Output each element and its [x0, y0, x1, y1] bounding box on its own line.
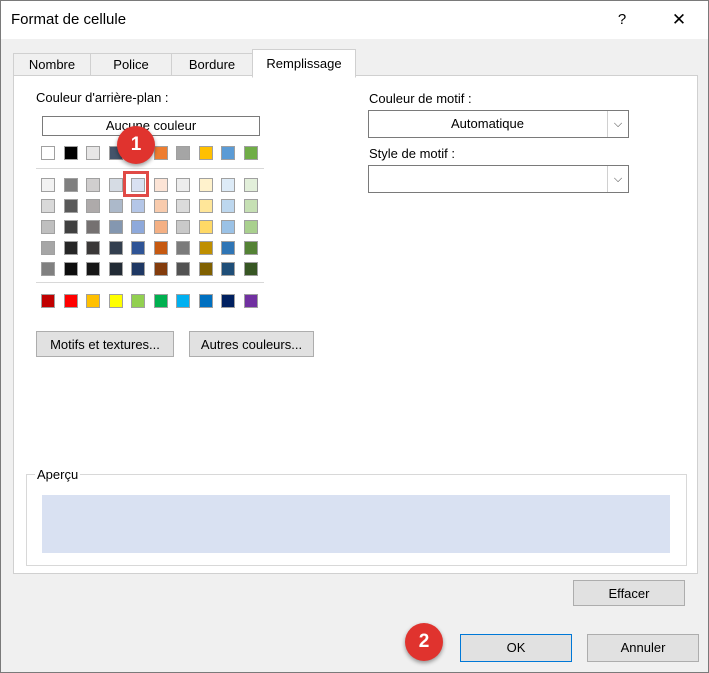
color-swatch[interactable]	[153, 262, 168, 276]
color-swatch[interactable]	[153, 241, 168, 255]
color-swatch[interactable]	[176, 146, 190, 160]
color-swatch[interactable]	[63, 199, 78, 213]
color-swatch[interactable]	[221, 262, 235, 276]
color-swatch[interactable]	[108, 294, 123, 308]
color-swatch[interactable]	[63, 294, 78, 308]
color-swatch[interactable]	[243, 294, 258, 308]
color-swatch[interactable]	[243, 241, 258, 255]
color-swatch[interactable]	[86, 146, 100, 160]
title-bar: Format de cellule ? ✕	[1, 1, 708, 39]
step-marker-2: 2	[405, 623, 443, 661]
preview-swatch	[42, 495, 670, 553]
color-swatch[interactable]	[108, 262, 123, 276]
color-swatch[interactable]	[63, 178, 78, 192]
clear-button[interactable]: Effacer	[573, 580, 685, 606]
color-swatch[interactable]	[198, 294, 213, 308]
pattern-style-select[interactable]: ⌵	[368, 165, 629, 193]
color-swatch[interactable]	[176, 294, 190, 308]
color-swatch[interactable]	[131, 241, 145, 255]
color-swatch[interactable]	[221, 294, 235, 308]
color-swatch[interactable]	[108, 199, 123, 213]
color-swatch[interactable]	[153, 294, 168, 308]
palette-separator	[36, 168, 264, 169]
color-swatch[interactable]	[221, 146, 235, 160]
tab-bordure[interactable]: Bordure	[171, 53, 253, 76]
chevron-down-icon[interactable]: ⌵	[607, 166, 628, 192]
color-swatch[interactable]	[41, 262, 55, 276]
color-swatch[interactable]	[176, 220, 190, 234]
help-button[interactable]: ?	[605, 7, 639, 33]
color-swatch[interactable]	[198, 199, 213, 213]
color-swatch[interactable]	[108, 220, 123, 234]
color-swatch[interactable]	[221, 241, 235, 255]
color-swatch[interactable]	[41, 294, 55, 308]
preview-group: Aperçu	[26, 467, 687, 566]
step-marker-1: 1	[117, 126, 155, 164]
color-swatch[interactable]	[198, 262, 213, 276]
color-swatch[interactable]	[153, 178, 168, 192]
color-swatch[interactable]	[86, 262, 100, 276]
color-swatch[interactable]	[176, 199, 190, 213]
color-swatch[interactable]	[176, 241, 190, 255]
tab-nombre[interactable]: Nombre	[13, 53, 91, 76]
color-swatch[interactable]	[86, 241, 100, 255]
background-color-label: Couleur d'arrière-plan :	[36, 90, 169, 105]
tab-remplissage[interactable]: Remplissage	[252, 49, 356, 78]
color-swatch[interactable]	[86, 178, 100, 192]
color-swatch[interactable]	[198, 178, 213, 192]
color-swatch[interactable]	[63, 262, 78, 276]
color-swatch[interactable]	[131, 220, 145, 234]
pattern-style-label: Style de motif :	[369, 146, 455, 161]
ok-button[interactable]: OK	[460, 634, 572, 662]
color-swatch[interactable]	[243, 146, 258, 160]
color-swatch[interactable]	[243, 199, 258, 213]
color-swatch[interactable]	[243, 262, 258, 276]
color-swatch[interactable]	[221, 178, 235, 192]
color-swatch[interactable]	[131, 262, 145, 276]
pattern-color-select[interactable]: Automatique ⌵	[368, 110, 629, 138]
color-swatch[interactable]	[108, 241, 123, 255]
color-swatch[interactable]	[131, 294, 145, 308]
color-swatch[interactable]	[153, 146, 168, 160]
color-swatch[interactable]	[198, 241, 213, 255]
color-swatch[interactable]	[176, 262, 190, 276]
format-cells-dialog: Format de cellule ? ✕ Nombre Police Bord…	[0, 0, 709, 673]
color-swatch[interactable]	[243, 178, 258, 192]
color-swatch[interactable]	[86, 199, 100, 213]
color-swatch[interactable]	[221, 220, 235, 234]
color-swatch[interactable]	[41, 146, 55, 160]
color-swatch[interactable]	[153, 199, 168, 213]
preview-label: Aperçu	[35, 467, 81, 482]
chevron-down-icon[interactable]: ⌵	[607, 111, 628, 137]
pattern-color-value: Automatique	[451, 116, 524, 131]
close-button[interactable]: ✕	[659, 7, 699, 33]
cancel-button[interactable]: Annuler	[587, 634, 699, 662]
color-swatch[interactable]	[41, 199, 55, 213]
color-swatch[interactable]	[108, 178, 123, 192]
color-swatch[interactable]	[198, 220, 213, 234]
color-swatch[interactable]	[86, 294, 100, 308]
color-swatch[interactable]	[41, 220, 55, 234]
pattern-color-label: Couleur de motif :	[369, 91, 472, 106]
dialog-title: Format de cellule	[11, 11, 127, 28]
color-swatch[interactable]	[41, 241, 55, 255]
palette-separator	[36, 282, 264, 283]
color-swatch[interactable]	[86, 220, 100, 234]
color-swatch[interactable]	[41, 178, 55, 192]
color-swatch[interactable]	[198, 146, 213, 160]
color-swatch[interactable]	[63, 241, 78, 255]
patterns-textures-button[interactable]: Motifs et textures...	[36, 331, 174, 357]
color-swatch[interactable]	[153, 220, 168, 234]
color-swatch[interactable]	[176, 178, 190, 192]
fill-panel: Couleur d'arrière-plan : Aucune couleur …	[13, 75, 698, 574]
color-swatch[interactable]	[221, 199, 235, 213]
selected-swatch-highlight	[123, 171, 149, 197]
color-swatch[interactable]	[131, 199, 145, 213]
more-colors-button[interactable]: Autres couleurs...	[189, 331, 314, 357]
tab-police[interactable]: Police	[90, 53, 172, 76]
color-swatch[interactable]	[243, 220, 258, 234]
color-swatch[interactable]	[63, 146, 78, 160]
color-swatch[interactable]	[63, 220, 78, 234]
